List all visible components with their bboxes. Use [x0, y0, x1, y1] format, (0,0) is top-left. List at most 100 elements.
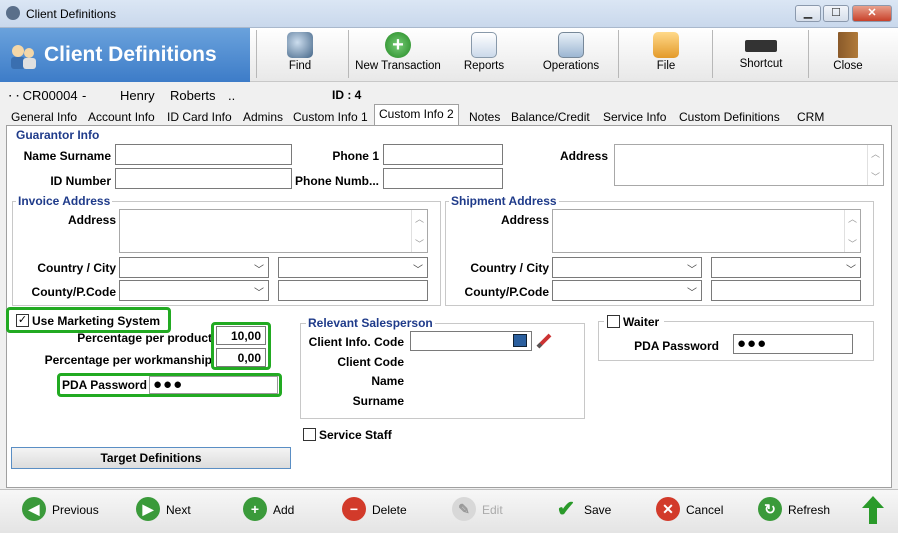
pct-workmanship-input[interactable]: 0,00: [216, 348, 266, 367]
page-title: Client Definitions: [44, 43, 217, 66]
salesperson-title: Relevant Salesperson: [306, 316, 435, 330]
arrow-right-icon: ▶: [136, 497, 160, 521]
scrollbar[interactable]: ︿ ﹀: [844, 210, 860, 252]
name-surname-label: Name Surname: [23, 149, 111, 163]
checkmark-icon: ✔: [556, 496, 576, 521]
invoice-postcode-input[interactable]: [278, 280, 428, 301]
tab-id-card-info[interactable]: ID Card Info: [162, 107, 237, 126]
find-icon: [287, 32, 313, 58]
guarantor-address-label: Address: [559, 149, 608, 163]
invoice-country-label: Country / City: [37, 261, 116, 275]
operations-icon: [558, 32, 584, 58]
shipment-postcode-input[interactable]: [711, 280, 861, 301]
pda-password-label: PDA Password: [62, 378, 147, 392]
pct-product-input[interactable]: 10,00: [216, 326, 266, 345]
new-transaction-button[interactable]: + New Transaction: [352, 30, 444, 80]
maximize-button[interactable]: ☐: [823, 5, 849, 22]
minus-icon: −: [342, 497, 366, 521]
guarantor-phone1-input[interactable]: [383, 144, 503, 165]
shortcut-button[interactable]: Shortcut: [732, 30, 790, 80]
client-code-field-label: Client Code: [337, 355, 404, 369]
refresh-icon: ↻: [758, 497, 782, 521]
operations-button[interactable]: Operations: [540, 30, 602, 80]
reports-icon: [471, 32, 497, 58]
shipment-county-select[interactable]: ﹀: [552, 280, 702, 301]
pda-password-input[interactable]: ●●●: [149, 376, 278, 394]
service-staff-checkbox[interactable]: [303, 428, 316, 441]
waiter-pda-label: PDA Password: [634, 339, 719, 353]
invoice-address-label: Address: [67, 213, 116, 227]
add-button[interactable]: + Add: [243, 497, 303, 525]
refresh-button[interactable]: ↻ Refresh: [758, 497, 834, 525]
picture-icon[interactable]: [513, 334, 527, 347]
shipment-city-select[interactable]: ﹀: [711, 257, 861, 278]
previous-button[interactable]: ◀ Previous: [22, 497, 102, 525]
shipment-address-input[interactable]: ︿ ﹀: [552, 209, 861, 253]
invoice-address-input[interactable]: ︿ ﹀: [119, 209, 428, 253]
file-button[interactable]: File: [640, 30, 692, 80]
tab-general-info[interactable]: General Info: [6, 107, 82, 126]
invoice-city-select[interactable]: ﹀: [278, 257, 428, 278]
toolbar-separator: [712, 30, 713, 78]
scroll-up-icon[interactable]: [862, 496, 884, 524]
tab-service-info[interactable]: Service Info: [598, 107, 671, 126]
pencil-icon[interactable]: [536, 333, 552, 349]
scrollbar[interactable]: ︿ ﹀: [867, 145, 883, 185]
waiter-checkbox[interactable]: [607, 315, 620, 328]
waiter-pda-input[interactable]: ●●●: [733, 334, 853, 354]
guarantor-address-input[interactable]: ︿ ﹀: [614, 144, 884, 186]
find-button[interactable]: Find: [268, 30, 332, 80]
tab-custom-info-2[interactable]: Custom Info 2: [374, 104, 459, 126]
header-banner: Client Definitions: [0, 28, 250, 82]
guarantor-name-input[interactable]: [115, 144, 292, 165]
delete-button[interactable]: − Delete: [342, 497, 412, 525]
plus-icon: +: [385, 32, 411, 58]
client-code-label: ⠂⠂CR00004: [8, 88, 78, 103]
scrollbar[interactable]: ︿ ﹀: [411, 210, 427, 252]
client-separator: ..: [228, 88, 236, 103]
use-marketing-label: Use Marketing System: [32, 314, 161, 328]
invoice-county-label: County/P.Code: [31, 285, 116, 299]
client-info-code-input[interactable]: [410, 331, 532, 351]
waiter-legend: Waiter: [604, 314, 664, 330]
service-staff-label: Service Staff: [319, 428, 392, 442]
id-number-label: ID Number: [50, 174, 111, 188]
app-icon: [6, 6, 20, 20]
exit-door-icon: [838, 32, 858, 58]
tab-admins[interactable]: Admins: [238, 107, 288, 126]
plus-icon: +: [243, 497, 267, 521]
next-button[interactable]: ▶ Next: [136, 497, 200, 525]
use-marketing-checkbox[interactable]: ✓: [16, 314, 29, 327]
arrow-left-icon: ◀: [22, 497, 46, 521]
phone2-label: Phone Numb...: [295, 174, 379, 188]
target-definitions-button[interactable]: Target Definitions: [11, 447, 291, 469]
edit-button[interactable]: ✎ Edit: [452, 497, 512, 525]
close-button[interactable]: Close: [826, 30, 870, 80]
folder-icon: [653, 32, 679, 58]
guarantor-id-input[interactable]: [115, 168, 292, 189]
chevron-down-icon: ﹀: [687, 288, 697, 299]
cancel-button[interactable]: ✕ Cancel: [656, 497, 726, 525]
clients-icon: [8, 42, 38, 70]
chevron-down-icon: ﹀: [254, 265, 264, 276]
tab-crm[interactable]: CRM: [792, 107, 829, 126]
invoice-county-select[interactable]: ﹀: [119, 280, 269, 301]
phone1-label: Phone 1: [332, 149, 379, 163]
reports-button[interactable]: Reports: [454, 30, 514, 80]
tab-custom-definitions[interactable]: Custom Definitions: [674, 107, 785, 126]
guarantor-phone2-input[interactable]: [383, 168, 503, 189]
close-window-button[interactable]: ✕: [852, 5, 892, 22]
shipment-country-select[interactable]: ﹀: [552, 257, 702, 278]
chevron-down-icon: ﹀: [687, 265, 697, 276]
save-button[interactable]: ✔ Save: [554, 497, 614, 525]
invoice-country-select[interactable]: ﹀: [119, 257, 269, 278]
client-last-name: Roberts: [170, 88, 216, 103]
minimize-button[interactable]: ▁: [795, 5, 821, 22]
tab-account-info[interactable]: Account Info: [83, 107, 160, 126]
client-id: ID : 4: [332, 88, 362, 102]
tab-notes[interactable]: Notes: [464, 107, 505, 126]
toolbar-separator: [808, 30, 809, 78]
tab-balance-credit[interactable]: Balance/Credit: [506, 107, 595, 126]
salesperson-name-label: Name: [371, 374, 404, 388]
tab-custom-info-1[interactable]: Custom Info 1: [288, 107, 373, 126]
